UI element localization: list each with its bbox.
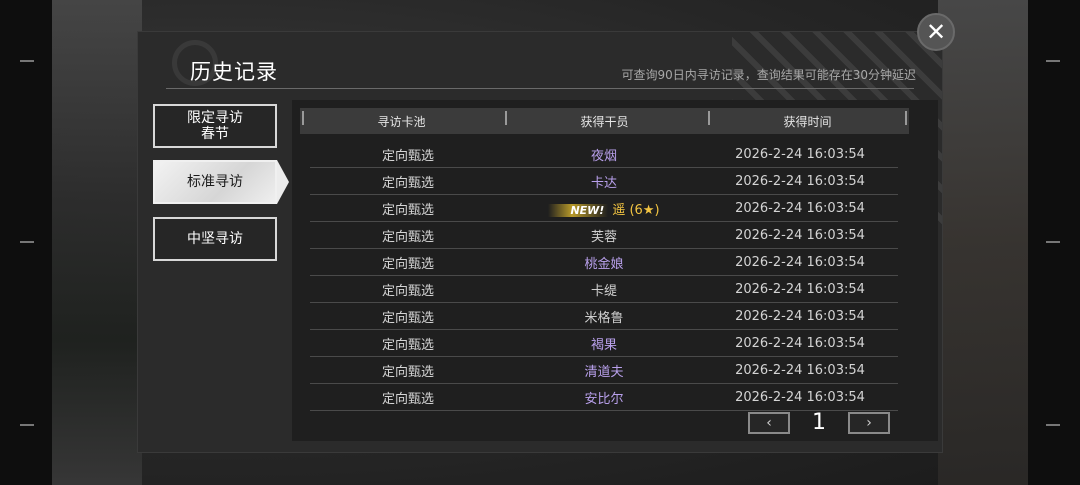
prev-page-button[interactable]: ‹ <box>748 412 790 434</box>
edge-mark <box>1046 241 1060 243</box>
column-header-operator: 获得干员 <box>503 110 706 130</box>
table-row: 定向甄选 夜烟 2026-2-24 16:03:54 <box>310 142 898 168</box>
operator-cell: 清道夫 <box>506 361 702 380</box>
operator-cell: 夜烟 <box>506 145 702 164</box>
query-notice: 可查询90日内寻访记录，查询结果可能存在30分钟延迟 <box>621 68 916 82</box>
table-row: 定向甄选 褐果 2026-2-24 16:03:54 <box>310 331 898 357</box>
time-cell: 2026-2-24 16:03:54 <box>735 363 865 378</box>
edge-mark <box>20 424 34 426</box>
operator-cell: 桃金娘 <box>506 253 702 272</box>
operator-cell: 卡达 <box>506 172 702 191</box>
time-cell: 2026-2-24 16:03:54 <box>735 255 865 270</box>
table-row: 定向甄选 清道夫 2026-2-24 16:03:54 <box>310 358 898 384</box>
background-right-art <box>938 0 1028 485</box>
time-cell: 2026-2-24 16:03:54 <box>735 390 865 405</box>
pool-cell: 定向甄选 <box>381 230 434 245</box>
time-cell: 2026-2-24 16:03:54 <box>735 147 865 162</box>
history-list: 寻访卡池 获得干员 获得时间 定向甄选 夜烟 2026-2-24 16:03:54 定… <box>292 100 938 441</box>
operator-name: 遥 (6★) <box>612 203 660 218</box>
tab-standard[interactable]: 标准寻访 <box>153 160 289 204</box>
pool-cell: 定向甄选 <box>381 149 434 164</box>
edge-mark <box>20 241 34 243</box>
table-row: 定向甄选 NEW! 遥 (6★) 2026-2-24 16:03:54 <box>310 196 898 222</box>
pagination: ‹ 1 › <box>748 410 894 436</box>
time-cell: 2026-2-24 16:03:54 <box>735 201 865 216</box>
column-header-time: 获得时间 <box>706 110 909 130</box>
next-page-button[interactable]: › <box>848 412 890 434</box>
tab-limited-spring[interactable]: 限定寻访 春节 <box>153 104 277 148</box>
table-row: 定向甄选 桃金娘 2026-2-24 16:03:54 <box>310 250 898 276</box>
pool-cell: 定向甄选 <box>381 311 434 326</box>
table-row: 定向甄选 卡缇 2026-2-24 16:03:54 <box>310 277 898 303</box>
time-cell: 2026-2-24 16:03:54 <box>735 282 865 297</box>
pool-cell: 定向甄选 <box>381 392 434 407</box>
pool-cell: 定向甄选 <box>381 338 434 353</box>
pool-cell: 定向甄选 <box>381 203 434 218</box>
pool-cell: 定向甄选 <box>381 284 434 299</box>
operator-name: 安比尔 <box>584 392 624 407</box>
table-row: 定向甄选 米格鲁 2026-2-24 16:03:54 <box>310 304 898 330</box>
operator-name: 清道夫 <box>584 365 624 380</box>
operator-cell: 米格鲁 <box>506 307 702 326</box>
pool-cell: 定向甄选 <box>381 176 434 191</box>
new-badge: NEW! <box>548 204 609 217</box>
background-left-art <box>52 0 142 485</box>
operator-cell: 安比尔 <box>506 388 702 407</box>
operator-name: 芙蓉 <box>590 230 617 245</box>
operator-name: 夜烟 <box>590 149 617 164</box>
tab-kernel[interactable]: 中坚寻访 <box>153 217 277 261</box>
page-title: 历史记录 <box>190 60 278 84</box>
close-button[interactable]: ✕ <box>917 13 955 51</box>
history-panel: 历史记录 可查询90日内寻访记录，查询结果可能存在30分钟延迟 限定寻访 春节标… <box>138 32 942 452</box>
tab-label: 标准寻访 <box>187 174 243 190</box>
time-cell: 2026-2-24 16:03:54 <box>735 174 865 189</box>
time-cell: 2026-2-24 16:03:54 <box>735 309 865 324</box>
operator-cell: 芙蓉 <box>506 226 702 245</box>
pool-cell: 定向甄选 <box>381 365 434 380</box>
operator-cell: NEW! 遥 (6★) <box>506 199 702 218</box>
table-body: 定向甄选 夜烟 2026-2-24 16:03:54 定向甄选 卡达 2026-2-24 … <box>310 142 898 412</box>
operator-name: 卡缇 <box>590 284 617 299</box>
operator-name: 卡达 <box>590 176 617 191</box>
time-cell: 2026-2-24 16:03:54 <box>735 336 865 351</box>
tab-label: 中坚寻访 <box>187 231 243 247</box>
operator-name: 米格鲁 <box>584 311 624 326</box>
pool-cell: 定向甄选 <box>381 257 434 272</box>
tab-label: 限定寻访 春节 <box>187 110 243 142</box>
operator-name: 桃金娘 <box>584 257 624 272</box>
operator-cell: 卡缇 <box>506 280 702 299</box>
column-header-pool: 寻访卡池 <box>300 110 503 130</box>
edge-mark <box>20 60 34 62</box>
title-divider <box>166 88 914 89</box>
time-cell: 2026-2-24 16:03:54 <box>735 228 865 243</box>
table-row: 定向甄选 安比尔 2026-2-24 16:03:54 <box>310 385 898 411</box>
edge-mark <box>1046 424 1060 426</box>
page-number: 1 <box>812 410 826 435</box>
table-row: 定向甄选 卡达 2026-2-24 16:03:54 <box>310 169 898 195</box>
operator-cell: 褐果 <box>506 334 702 353</box>
table-header: 寻访卡池 获得干员 获得时间 <box>300 108 909 134</box>
table-row: 定向甄选 芙蓉 2026-2-24 16:03:54 <box>310 223 898 249</box>
edge-mark <box>1046 60 1060 62</box>
operator-name: 褐果 <box>590 338 617 353</box>
